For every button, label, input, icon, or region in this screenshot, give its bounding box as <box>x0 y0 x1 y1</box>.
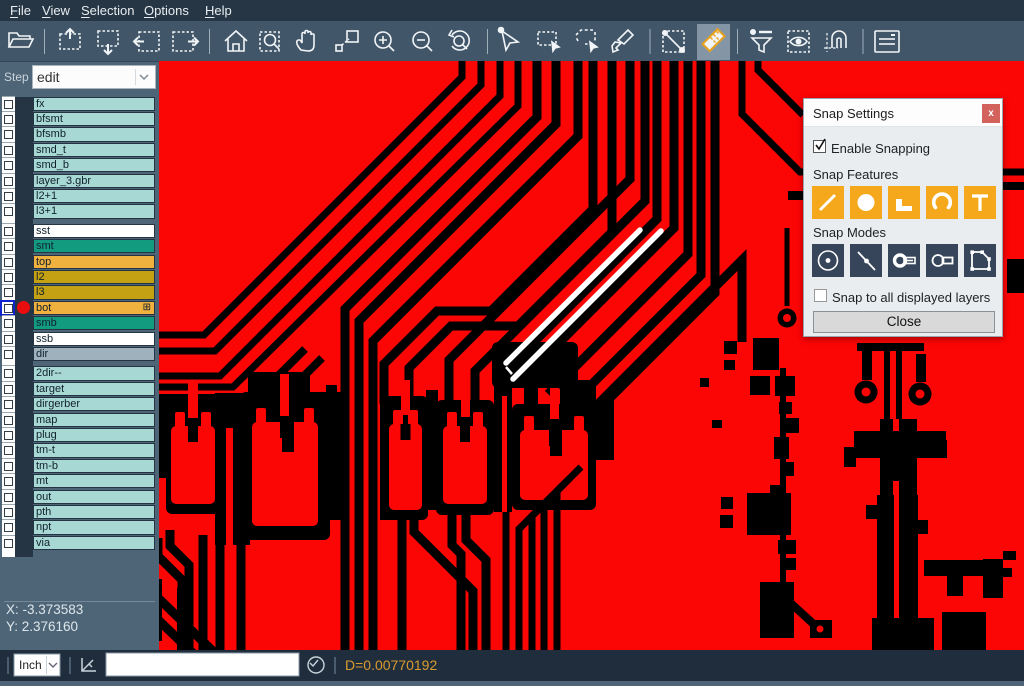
svg-text:D=0.00770192: D=0.00770192 <box>345 657 437 673</box>
svg-text:Inch: Inch <box>19 658 42 672</box>
